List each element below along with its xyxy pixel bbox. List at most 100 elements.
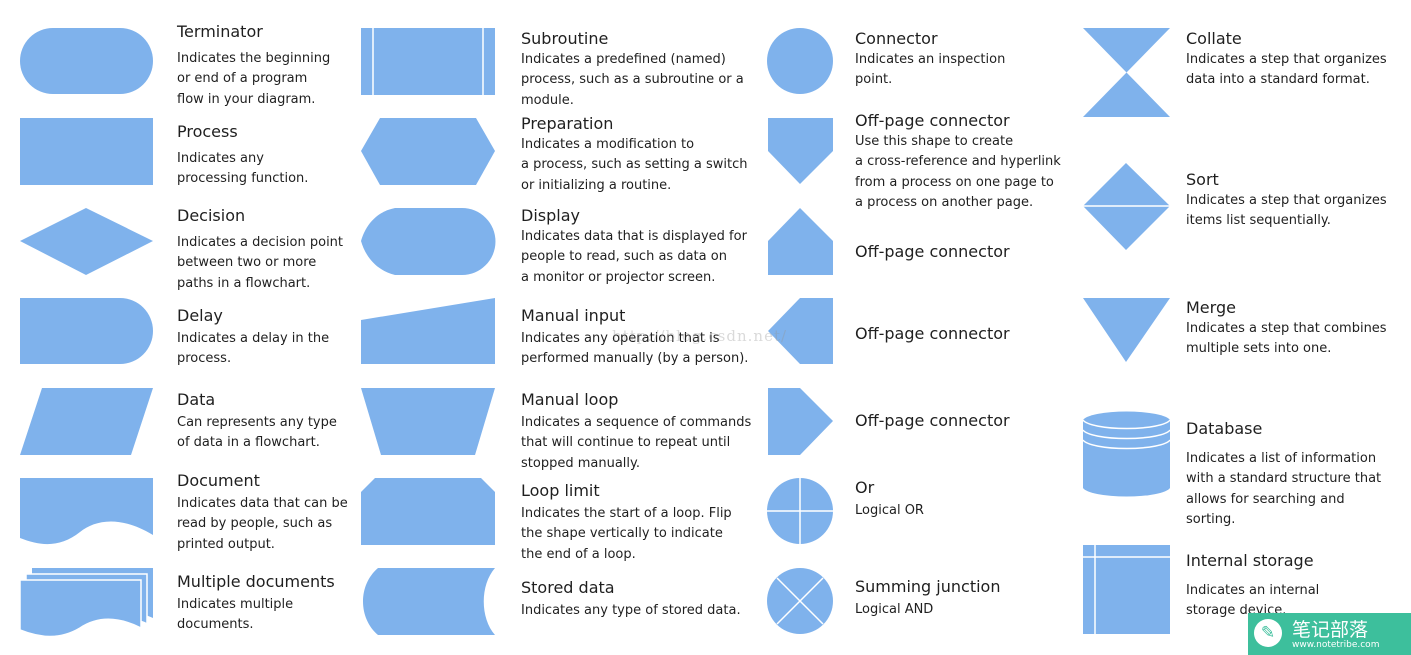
stored-data-title: Stored data [521, 578, 615, 597]
offpage-down-title: Off-page connector [855, 111, 1010, 130]
merge-shape [1083, 298, 1170, 362]
display-item: Display Indicates data that is displayed… [521, 205, 747, 288]
data-desc: Can represents any type of data in a flo… [177, 415, 337, 451]
summing-junction-desc: Logical AND [855, 602, 934, 617]
loop-limit-desc: Indicates the start of a loop. Flip the … [521, 506, 732, 562]
internal-storage-shape [1083, 545, 1170, 634]
decision-title: Decision [177, 206, 246, 225]
document-title: Document [177, 471, 260, 490]
process-desc: Indicates any processing function. [177, 151, 309, 187]
multiple-documents-title: Multiple documents [177, 572, 335, 591]
display-shape [361, 208, 496, 275]
pencil-icon: ✎ [1254, 619, 1282, 647]
internal-storage-title: Internal storage [1186, 551, 1314, 570]
connector-title: Connector [855, 29, 938, 48]
terminator-desc: Indicates the beginning or end of a prog… [177, 51, 331, 107]
connector-item: Connector Indicates an inspection point. [855, 28, 1005, 91]
collate-item: Collate Indicates a step that organizes … [1186, 28, 1387, 91]
connector-shape [767, 28, 833, 94]
preparation-desc: Indicates a modification to a process, s… [521, 137, 748, 193]
sort-desc: Indicates a step that organizes items li… [1186, 193, 1387, 229]
manual-loop-shape [361, 388, 495, 455]
summing-junction-item: Summing junction Logical AND [855, 576, 1000, 620]
subroutine-title: Subroutine [521, 29, 609, 48]
process-title: Process [177, 122, 238, 141]
terminator-shape [20, 28, 153, 94]
notetribe-watermark: ✎ 笔记部落 www.notetribe.com [1248, 613, 1411, 655]
offpage-right-item: Off-page connector [855, 410, 1010, 432]
display-title: Display [521, 206, 580, 225]
data-shape [20, 388, 153, 455]
display-desc: Indicates data that is displayed for peo… [521, 229, 747, 285]
stored-data-shape [363, 568, 495, 635]
delay-desc: Indicates a delay in the process. [177, 331, 330, 367]
data-title: Data [177, 390, 216, 409]
database-item: Database Indicates a list of information… [1186, 418, 1381, 531]
offpage-up-item: Off-page connector [855, 241, 1010, 263]
loop-limit-item: Loop limit Indicates the start of a loop… [521, 480, 732, 565]
database-desc: Indicates a list of information with a s… [1186, 451, 1382, 528]
summing-junction-shape [767, 568, 833, 634]
offpage-down-desc: Use this shape to create a cross-referen… [855, 134, 1061, 211]
preparation-title: Preparation [521, 114, 614, 133]
watermark-logo-text: 笔记部落 [1292, 619, 1369, 641]
manual-loop-title: Manual loop [521, 390, 619, 409]
loop-limit-shape [361, 478, 495, 545]
document-item: Document Indicates data that can be read… [177, 470, 348, 555]
preparation-shape [361, 118, 495, 185]
offpage-up-title: Off-page connector [855, 242, 1010, 261]
sort-title: Sort [1186, 170, 1219, 189]
process-item: Process Indicates any processing functio… [177, 121, 308, 190]
decision-shape [20, 208, 153, 275]
document-desc: Indicates data that can be read by peopl… [177, 496, 348, 552]
data-item: Data Can represents any type of data in … [177, 389, 337, 454]
subroutine-desc: Indicates a predefined (named) process, … [521, 52, 744, 108]
offpage-down-shape [768, 118, 833, 184]
watermark-logo-url: www.notetribe.com [1292, 640, 1380, 650]
delay-item: Delay Indicates a delay in the process. [177, 305, 329, 370]
multiple-documents-shape [19, 568, 153, 638]
delay-title: Delay [177, 306, 223, 325]
sort-shape [1083, 163, 1170, 250]
merge-desc: Indicates a step that combines multiple … [1186, 321, 1387, 357]
offpage-right-title: Off-page connector [855, 411, 1010, 430]
subroutine-shape [361, 28, 495, 95]
merge-item: Merge Indicates a step that combines mul… [1186, 297, 1387, 360]
stored-data-item: Stored data Indicates any type of stored… [521, 577, 741, 621]
loop-limit-title: Loop limit [521, 481, 600, 500]
subroutine-item: Subroutine Indicates a predefined (named… [521, 28, 744, 111]
decision-desc: Indicates a decision point between two o… [177, 235, 344, 291]
collate-title: Collate [1186, 29, 1242, 48]
decision-item: Decision Indicates a decision point betw… [177, 205, 343, 294]
database-shape [1082, 411, 1171, 497]
process-shape [20, 118, 153, 185]
manual-input-shape [361, 298, 495, 364]
summing-junction-title: Summing junction [855, 577, 1001, 596]
manual-loop-desc: Indicates a sequence of commands that wi… [521, 415, 752, 471]
multiple-documents-desc: Indicates multiple documents. [177, 597, 294, 633]
document-shape [20, 478, 153, 545]
or-desc: Logical OR [855, 503, 924, 518]
offpage-down-item: Off-page connector Use this shape to cre… [855, 110, 1061, 214]
preparation-item: Preparation Indicates a modification to … [521, 113, 748, 196]
offpage-right-shape [768, 388, 833, 455]
delay-shape [20, 298, 153, 364]
sort-item: Sort Indicates a step that organizes ite… [1186, 169, 1387, 232]
multiple-documents-item: Multiple documents Indicates multiple do… [177, 571, 335, 636]
internal-storage-item: Internal storage Indicates an internal s… [1186, 550, 1319, 622]
collate-desc: Indicates a step that organizes data int… [1186, 52, 1387, 88]
collate-shape [1083, 28, 1170, 117]
offpage-up-shape [768, 208, 833, 275]
database-title: Database [1186, 419, 1263, 438]
stored-data-desc: Indicates any type of stored data. [521, 603, 741, 618]
terminator-item: Terminator Indicates the beginning or en… [177, 21, 330, 110]
merge-title: Merge [1186, 298, 1236, 317]
or-shape [767, 478, 833, 544]
manual-loop-item: Manual loop Indicates a sequence of comm… [521, 389, 751, 474]
offpage-left-item: Off-page connector [855, 323, 1010, 345]
offpage-left-title: Off-page connector [855, 324, 1010, 343]
terminator-title: Terminator [177, 22, 263, 41]
csdn-watermark: http://blog.csdn.net/ [612, 327, 788, 345]
or-title: Or [855, 478, 875, 497]
manual-input-title: Manual input [521, 306, 626, 325]
